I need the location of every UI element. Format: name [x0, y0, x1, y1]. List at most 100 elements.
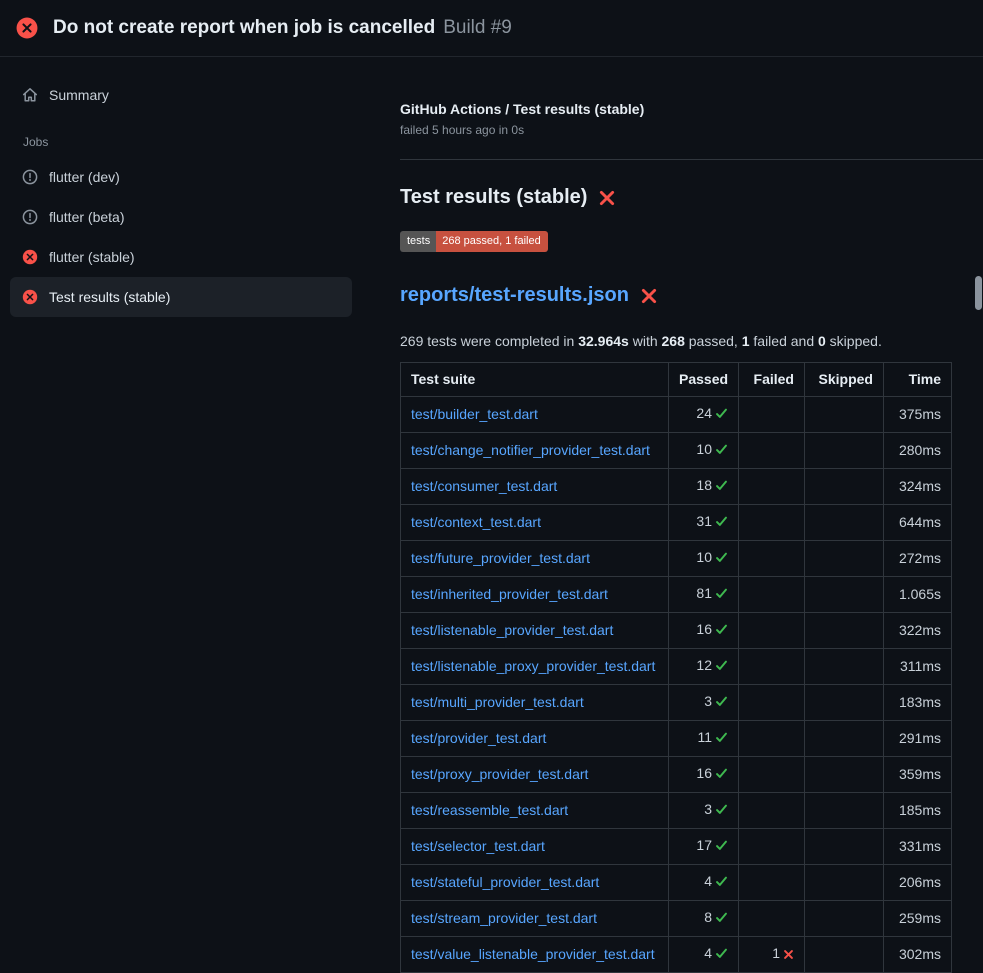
test-suite-cell: test/reassemble_test.dart	[401, 793, 669, 829]
passed-count: 8	[704, 909, 712, 925]
failed-cell	[739, 757, 805, 793]
time-cell: 259ms	[884, 901, 952, 937]
passed-cell: 16	[669, 757, 739, 793]
table-row: test/reassemble_test.dart3185ms	[401, 793, 952, 829]
failed-count: 1	[772, 945, 780, 961]
test-suite-link[interactable]: test/consumer_test.dart	[411, 478, 557, 494]
run-status: failed 5 hours ago in 0s	[400, 123, 951, 137]
divider	[400, 159, 983, 160]
skipped-cell	[805, 829, 884, 865]
test-suite-cell: test/change_notifier_provider_test.dart	[401, 433, 669, 469]
test-suite-link[interactable]: test/change_notifier_provider_test.dart	[411, 442, 650, 458]
failed-status-icon	[22, 249, 38, 265]
passed-count: 4	[704, 873, 712, 889]
test-suite-cell: test/inherited_provider_test.dart	[401, 577, 669, 613]
failed-x-icon	[640, 287, 658, 305]
table-row: test/consumer_test.dart18324ms	[401, 469, 952, 505]
failed-cell	[739, 433, 805, 469]
time-cell: 644ms	[884, 505, 952, 541]
summary-passed-count: 268	[662, 333, 685, 349]
test-suite-link[interactable]: test/stateful_provider_test.dart	[411, 874, 599, 890]
failed-cell	[739, 793, 805, 829]
test-suite-link[interactable]: test/inherited_provider_test.dart	[411, 586, 608, 602]
test-suite-cell: test/proxy_provider_test.dart	[401, 757, 669, 793]
failed-cell	[739, 721, 805, 757]
test-suite-cell: test/future_provider_test.dart	[401, 541, 669, 577]
test-suite-link[interactable]: test/listenable_proxy_provider_test.dart	[411, 658, 655, 674]
check-icon	[715, 838, 728, 857]
vertical-scrollbar-thumb[interactable]	[975, 276, 982, 310]
summary-text: 269 tests were completed in	[400, 333, 578, 349]
check-icon	[715, 910, 728, 929]
test-suite-link[interactable]: test/builder_test.dart	[411, 406, 538, 422]
sidebar-item-flutter-dev[interactable]: flutter (dev)	[10, 157, 352, 197]
check-icon	[715, 694, 728, 713]
test-suite-link[interactable]: test/reassemble_test.dart	[411, 802, 568, 818]
table-row: test/listenable_provider_test.dart16322m…	[401, 613, 952, 649]
test-suite-link[interactable]: test/provider_test.dart	[411, 730, 546, 746]
test-suite-link[interactable]: test/stream_provider_test.dart	[411, 910, 597, 926]
failed-cell	[739, 541, 805, 577]
skipped-cell	[805, 937, 884, 973]
table-row: test/stateful_provider_test.dart4206ms	[401, 865, 952, 901]
failed-cell	[739, 685, 805, 721]
skipped-cell	[805, 577, 884, 613]
passed-cell: 31	[669, 505, 739, 541]
test-suite-link[interactable]: test/listenable_provider_test.dart	[411, 622, 613, 638]
sidebar: Summary Jobs flutter (dev) flutter (beta…	[0, 57, 370, 317]
sidebar-item-test-results-stable[interactable]: Test results (stable)	[10, 277, 352, 317]
check-icon	[715, 766, 728, 785]
passed-count: 16	[696, 765, 712, 781]
passed-count: 10	[696, 441, 712, 457]
sidebar-item-summary[interactable]: Summary	[10, 75, 352, 115]
x-icon	[783, 946, 794, 965]
time-cell: 291ms	[884, 721, 952, 757]
test-suite-link[interactable]: test/context_test.dart	[411, 514, 541, 530]
test-suite-link[interactable]: test/proxy_provider_test.dart	[411, 766, 588, 782]
table-row: test/builder_test.dart24375ms	[401, 397, 952, 433]
skipped-cell	[805, 397, 884, 433]
skipped-cell	[805, 649, 884, 685]
cancelled-icon	[22, 209, 38, 225]
failed-cell	[739, 613, 805, 649]
check-icon	[715, 406, 728, 425]
summary-text: skipped.	[826, 333, 882, 349]
test-suite-cell: test/selector_test.dart	[401, 829, 669, 865]
report-link[interactable]: reports/test-results.json	[400, 284, 629, 307]
sidebar-item-flutter-beta[interactable]: flutter (beta)	[10, 197, 352, 237]
passed-cell: 24	[669, 397, 739, 433]
time-cell: 272ms	[884, 541, 952, 577]
test-suite-link[interactable]: test/future_provider_test.dart	[411, 550, 590, 566]
check-title-text: Test results (stable)	[400, 186, 587, 209]
passed-count: 10	[696, 549, 712, 565]
failed-cell	[739, 865, 805, 901]
test-suite-link[interactable]: test/multi_provider_test.dart	[411, 694, 584, 710]
page-title: Do not create report when job is cancell…	[53, 17, 512, 39]
table-row: test/stream_provider_test.dart 8 259ms	[401, 901, 952, 937]
sidebar-item-flutter-stable[interactable]: flutter (stable)	[10, 237, 352, 277]
passed-count: 3	[704, 801, 712, 817]
check-icon	[715, 946, 728, 965]
check-icon	[715, 802, 728, 821]
check-icon	[715, 514, 728, 533]
test-suite-link[interactable]: test/value_listenable_provider_test.dart	[411, 946, 655, 962]
passed-count: 16	[696, 621, 712, 637]
failed-cell	[739, 469, 805, 505]
table-row: test/listenable_proxy_provider_test.dart…	[401, 649, 952, 685]
test-suite-cell: test/stateful_provider_test.dart	[401, 865, 669, 901]
check-icon	[715, 622, 728, 641]
failed-cell	[739, 577, 805, 613]
skipped-cell	[805, 793, 884, 829]
home-icon	[22, 87, 38, 103]
failed-cell	[739, 901, 805, 937]
test-suite-link[interactable]: test/selector_test.dart	[411, 838, 545, 854]
col-header-time: Time	[884, 363, 952, 397]
passed-cell: 12	[669, 649, 739, 685]
cancelled-icon	[22, 169, 38, 185]
test-suite-cell: test/context_test.dart	[401, 505, 669, 541]
time-cell: 359ms	[884, 757, 952, 793]
table-header-row: Test suite Passed Failed Skipped Time	[401, 363, 952, 397]
sidebar-item-label: flutter (beta)	[49, 209, 124, 225]
passed-cell: 11	[669, 721, 739, 757]
passed-cell: 81	[669, 577, 739, 613]
